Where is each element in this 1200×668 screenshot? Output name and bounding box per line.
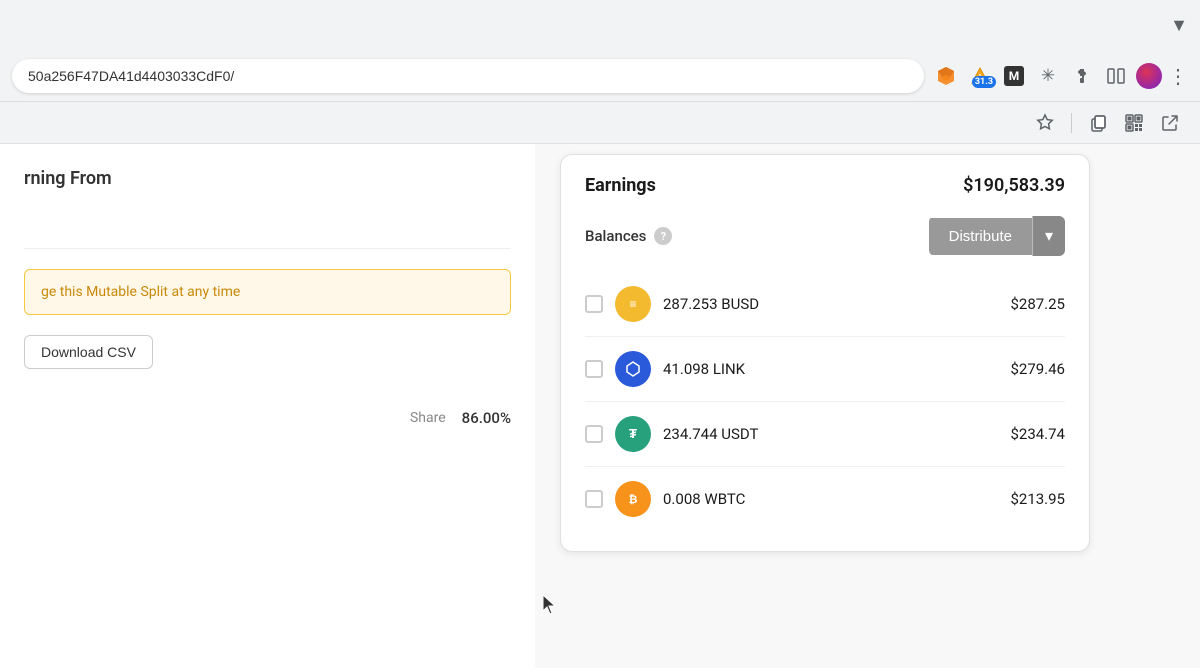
busd-checkbox[interactable] [585,295,603,313]
browser-minimize-icon[interactable]: ▼ [1170,15,1188,36]
extensions-icon[interactable] [1068,62,1096,90]
address-input[interactable] [12,59,924,93]
bookmark-star-icon[interactable] [1035,113,1055,133]
svg-text:M: M [1009,69,1020,83]
link-value: $279.46 [985,360,1065,378]
table-row: ≡ 287.253 BUSD $287.25 [585,272,1065,337]
earnings-header: Earnings $190,583.39 [585,175,1065,196]
wbtc-amount: 0.008 WBTC [663,490,973,508]
earnings-panel: Earnings $190,583.39 Balances ? Distribu… [560,154,1090,552]
left-panel-title: rning From [24,168,511,189]
balances-label: Balances [585,227,646,245]
distribute-button-group: Distribute ▾ [929,216,1065,256]
svg-text:≡: ≡ [629,297,636,311]
bookmarks-divider [1071,113,1072,133]
share-value: 86.00% [462,409,511,427]
link-icon [615,351,651,387]
bookmarks-bar [0,102,1200,144]
wbtc-icon: ₿ [615,481,651,517]
usdt-icon: ₮ [615,416,651,452]
busd-value: $287.25 [985,295,1065,313]
browser-frame: ▼ ! 31.3 [0,0,1200,144]
medium-extension-icon[interactable]: M [1000,62,1028,90]
balances-left: Balances ? [585,227,672,245]
qr-code-icon[interactable] [1124,113,1144,133]
link-checkbox[interactable] [585,360,603,378]
balances-help-icon[interactable]: ? [654,227,672,245]
link-amount: 41.098 LINK [663,360,973,378]
browser-address-bar: ! 31.3 M ✳ [0,50,1200,102]
content-area: rning From ge this Mutable Split at any … [0,144,1200,668]
distribute-button[interactable]: Distribute [929,218,1032,255]
browser-top-bar: ▼ [0,0,1200,50]
earnings-total: $190,583.39 [963,175,1065,196]
usdt-amount: 234.744 USDT [663,425,973,443]
mutable-split-notice: ge this Mutable Split at any time [24,269,511,315]
split-screen-icon[interactable] [1102,62,1130,90]
browser-menu-icon[interactable]: ⋮ [1168,64,1188,88]
left-panel: rning From ge this Mutable Split at any … [0,144,535,668]
star-extension-icon[interactable]: ✳ [1034,62,1062,90]
user-avatar[interactable] [1136,63,1162,89]
badge-31: 31.3 [972,76,996,88]
token-list: ≡ 287.253 BUSD $287.25 41.098 LINK $279.… [585,272,1065,531]
wbtc-checkbox[interactable] [585,490,603,508]
download-csv-button[interactable]: Download CSV [24,335,153,369]
table-row: ₿ 0.008 WBTC $213.95 [585,467,1065,531]
svg-text:₮: ₮ [629,427,637,442]
earnings-title: Earnings [585,175,656,196]
copy-page-icon[interactable] [1088,113,1108,133]
svg-text:₿: ₿ [629,493,638,506]
table-row: 41.098 LINK $279.46 [585,337,1065,402]
table-row: ₮ 234.744 USDT $234.74 [585,402,1065,467]
busd-amount: 287.253 BUSD [663,295,973,313]
share-label: Share [410,410,446,426]
busd-icon: ≡ [615,286,651,322]
external-link-icon[interactable] [1160,113,1180,133]
distribute-dropdown-button[interactable]: ▾ [1032,216,1065,256]
browser-extension-icons: ! 31.3 M ✳ [932,62,1188,90]
share-row: Share 86.00% [24,399,511,427]
wbtc-value: $213.95 [985,490,1065,508]
usdt-value: $234.74 [985,425,1065,443]
balances-row: Balances ? Distribute ▾ [585,216,1065,256]
metamask-extension-icon[interactable] [932,62,960,90]
alert-extension-icon[interactable]: ! 31.3 [966,62,994,90]
usdt-checkbox[interactable] [585,425,603,443]
